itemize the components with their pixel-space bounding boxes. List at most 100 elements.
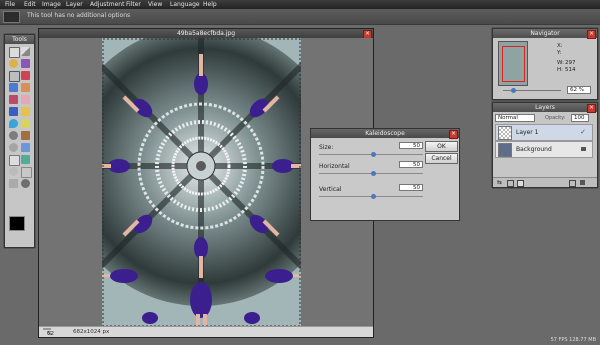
ok-button[interactable]: OK xyxy=(425,141,458,152)
menu-adjustment[interactable]: Adjustment xyxy=(90,1,124,8)
menu-layer[interactable]: Layer xyxy=(66,1,83,8)
close-navigator-icon[interactable]: × xyxy=(587,30,596,39)
shape-tool-icon[interactable] xyxy=(21,143,30,152)
vertical-label: Vertical xyxy=(319,186,342,193)
move-tool-icon[interactable] xyxy=(21,47,30,56)
layer-name: Background xyxy=(516,146,552,153)
layer-thumbnail xyxy=(498,126,512,140)
layers-title: Layers xyxy=(493,103,597,112)
gradient-icon[interactable] xyxy=(9,107,18,116)
opacity-label: Opacity: xyxy=(545,115,566,121)
menu-help[interactable]: Help xyxy=(203,1,217,8)
dodge-tool-icon[interactable] xyxy=(9,131,18,140)
vertical-slider-knob[interactable] xyxy=(371,194,376,199)
new-layer-icon[interactable] xyxy=(569,180,576,187)
layer-thumbnail xyxy=(498,143,512,157)
link-layers-icon[interactable]: ⇆ xyxy=(497,179,502,186)
navigator-zoom-input[interactable]: 62 % xyxy=(567,86,591,94)
sharpen-tool-icon[interactable] xyxy=(21,119,30,128)
horizontal-slider-knob[interactable] xyxy=(371,171,376,176)
text-tool-icon[interactable] xyxy=(21,167,32,178)
menu-filter[interactable]: Filter xyxy=(126,1,141,8)
brush-icon[interactable] xyxy=(9,83,18,92)
lasso-tool-icon[interactable] xyxy=(9,59,18,68)
tool-options-message: This tool has no additional options xyxy=(27,12,131,19)
nav-w-value: 297 xyxy=(565,60,576,66)
tool-options-bar: This tool has no additional options xyxy=(0,9,600,25)
document-size: 682x1024 px xyxy=(73,329,110,335)
layer-visible-check-icon[interactable]: ✓ xyxy=(580,128,586,136)
red-eye-icon[interactable] xyxy=(9,143,18,152)
blend-mode-select[interactable]: Normal xyxy=(495,114,535,122)
navigator-zoom-knob[interactable] xyxy=(511,88,516,93)
layer-row[interactable]: Background xyxy=(495,141,593,158)
horizontal-slider-track[interactable] xyxy=(319,171,423,176)
crop-tool-icon[interactable] xyxy=(9,71,20,82)
zoom-tool-icon[interactable] xyxy=(21,179,30,188)
drawing-tool-icon[interactable] xyxy=(9,155,20,166)
delete-layer-icon[interactable] xyxy=(580,180,585,185)
eraser-icon[interactable] xyxy=(21,83,30,92)
horizontal-input[interactable]: 50 xyxy=(399,161,423,168)
menu-view[interactable]: View xyxy=(148,1,162,8)
marquee-tool-icon[interactable] xyxy=(9,47,20,58)
zoom-field[interactable]: 62% xyxy=(43,328,54,337)
vertical-input[interactable]: 50 xyxy=(399,184,423,191)
close-layers-icon[interactable]: × xyxy=(587,104,596,113)
vertical-slider-track[interactable] xyxy=(319,194,423,199)
layers-footer: ⇆ xyxy=(493,177,597,187)
fps-readout: 57 FPS 128.77 MB xyxy=(550,337,596,343)
nav-x-label: X: xyxy=(557,43,563,49)
menu-language[interactable]: Language xyxy=(170,1,200,8)
clone-stamp-icon[interactable] xyxy=(9,95,18,104)
layer-row[interactable]: Layer 1 ✓ xyxy=(495,124,593,141)
pencil-icon[interactable] xyxy=(21,71,30,80)
navigator-zoom-slider[interactable] xyxy=(503,88,561,93)
close-dialog-icon[interactable]: × xyxy=(449,130,458,139)
size-slider-track[interactable] xyxy=(319,152,423,157)
document-zoom-unit: % xyxy=(47,331,53,337)
layers-panel: Layers × Normal Opacity: 100 Layer 1 ✓ B… xyxy=(492,102,598,188)
navigator-thumbnail[interactable] xyxy=(498,41,528,86)
magic-wand-icon[interactable] xyxy=(21,59,30,68)
hand-tool-icon[interactable] xyxy=(9,167,18,176)
nav-h-value: 514 xyxy=(565,67,576,73)
navigator-title: Navigator xyxy=(493,29,597,38)
paint-bucket-icon[interactable] xyxy=(21,107,30,116)
size-input[interactable]: 50 xyxy=(399,142,423,149)
kaleidoscope-image[interactable] xyxy=(102,38,301,327)
sponge-tool-icon[interactable] xyxy=(21,131,30,140)
tools-panel: Tools xyxy=(4,34,35,248)
kaleidoscope-title: Kaleidoscope xyxy=(311,129,459,138)
layer-lock-icon[interactable] xyxy=(581,147,586,151)
nav-y-label: Y: xyxy=(557,50,562,56)
menu-bar: File Edit Image Layer Adjustment Filter … xyxy=(0,0,600,9)
menu-image[interactable]: Image xyxy=(42,1,61,8)
cancel-button[interactable]: Cancel xyxy=(425,153,458,164)
tools-title: Tools xyxy=(5,35,34,44)
layer-mask-icon[interactable] xyxy=(517,180,524,187)
healing-icon[interactable] xyxy=(21,95,30,104)
size-slider-knob[interactable] xyxy=(371,152,376,157)
document-status-bar: 62% 682x1024 px xyxy=(39,326,373,337)
nav-w-label: W: xyxy=(557,60,564,66)
kaleidoscope-graphic xyxy=(102,38,301,327)
current-tool-slot[interactable] xyxy=(3,11,20,23)
navigator-viewport-box[interactable] xyxy=(502,46,525,82)
document-title: 49ba5a8ecfbda.jpg xyxy=(39,29,373,38)
layer-name: Layer 1 xyxy=(516,129,539,136)
size-label: Size: xyxy=(319,144,334,151)
blur-tool-icon[interactable] xyxy=(9,119,18,128)
menu-file[interactable]: File xyxy=(5,1,15,8)
foreground-color-swatch[interactable] xyxy=(9,216,25,231)
kaleidoscope-dialog: Kaleidoscope × Size: 50 Horizontal 50 Ve… xyxy=(310,128,460,221)
navigator-panel: Navigator × X: Y: W: 297 H: 514 62 % xyxy=(492,28,598,100)
color-picker-icon[interactable] xyxy=(9,179,18,188)
nav-h-label: H: xyxy=(557,67,563,73)
replace-color-icon[interactable] xyxy=(21,155,30,164)
nav-zoom-unit: % xyxy=(578,87,584,93)
menu-edit[interactable]: Edit xyxy=(24,1,36,8)
layer-styles-icon[interactable] xyxy=(507,180,514,187)
opacity-input[interactable]: 100 xyxy=(571,114,589,122)
nav-zoom-value: 62 xyxy=(570,87,577,93)
